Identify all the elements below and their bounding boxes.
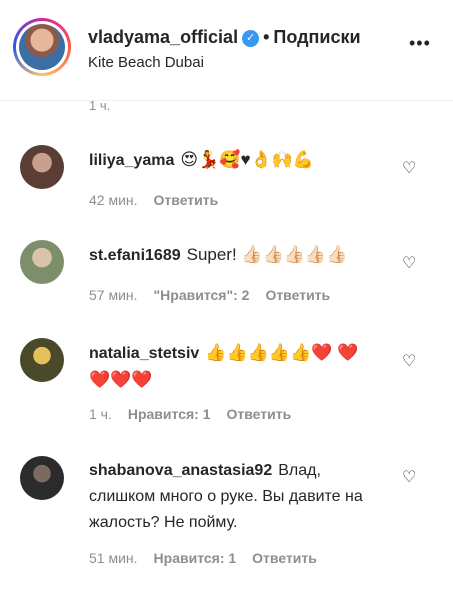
verified-badge-icon: ✓ xyxy=(242,30,260,47)
comment-likes[interactable]: "Нравится": 2 xyxy=(154,287,250,303)
comment-text: st.efani1689 Super! 👍🏻👍🏻👍🏻👍🏻👍🏻 xyxy=(89,242,389,269)
comment-text: shabanova_anastasia92 Влад, слишком много… xyxy=(89,458,379,536)
reply-button[interactable]: Ответить xyxy=(265,287,330,303)
comment-meta: 42 мин. Ответить xyxy=(89,192,234,208)
owner-avatar[interactable] xyxy=(13,18,71,76)
comment-meta: 51 мин. Нравится: 1 Ответить xyxy=(89,550,333,566)
more-dots-icon[interactable]: ••• xyxy=(409,33,431,54)
reply-button[interactable]: Ответить xyxy=(252,550,317,566)
reply-button[interactable]: Ответить xyxy=(154,192,219,208)
comment-likes[interactable]: Нравится: 1 xyxy=(128,406,211,422)
commenter-avatar[interactable] xyxy=(20,456,64,500)
following-button[interactable]: Подписки xyxy=(273,27,360,47)
commenter-username[interactable]: st.efani1689 xyxy=(89,247,181,264)
comment-body: Super! 👍🏻👍🏻👍🏻👍🏻👍🏻 xyxy=(186,245,348,264)
heart-outline-icon[interactable]: ♡ xyxy=(402,256,418,272)
commenter-avatar[interactable] xyxy=(20,145,64,189)
avatar-photo xyxy=(19,24,65,70)
comment-meta: 1 ч. Нравится: 1 Ответить xyxy=(89,406,307,422)
commenter-avatar[interactable] xyxy=(20,338,64,382)
commenter-username[interactable]: natalia_stetsiv xyxy=(89,345,199,362)
comment-text: liliya_yama 😍💃🥰♥👌🙌💪 xyxy=(89,147,389,174)
comment-likes[interactable]: Нравится: 1 xyxy=(154,550,237,566)
owner-username-row: vladyama_official ✓ • Подписки xyxy=(88,27,361,48)
heart-outline-icon[interactable]: ♡ xyxy=(402,354,418,370)
post-header: vladyama_official ✓ • Подписки Kite Beach D… xyxy=(0,0,453,101)
heart-outline-icon[interactable]: ♡ xyxy=(402,470,418,486)
comment-meta: 57 мин. "Нравится": 2 Ответить xyxy=(89,287,346,303)
comment-body: 😍💃🥰♥👌🙌💪 xyxy=(180,150,315,169)
commenter-username[interactable]: liliya_yama xyxy=(89,152,174,169)
post-location[interactable]: Kite Beach Dubai xyxy=(88,54,204,71)
reply-button[interactable]: Ответить xyxy=(227,406,292,422)
owner-username[interactable]: vladyama_official xyxy=(88,27,238,47)
comment-text: natalia_stetsiv 👍👍👍👍👍❤️ ❤️❤️❤️❤️ xyxy=(89,340,364,394)
heart-outline-icon[interactable]: ♡ xyxy=(402,161,418,177)
previous-comment-time[interactable]: 1 ч. xyxy=(89,98,110,113)
comment-time[interactable]: 57 мин. xyxy=(89,287,138,303)
commenter-avatar[interactable] xyxy=(20,240,64,284)
comment-time[interactable]: 42 мин. xyxy=(89,192,138,208)
comment-time[interactable]: 1 ч. xyxy=(89,406,112,422)
separator-dot: • xyxy=(263,27,270,47)
comment-time[interactable]: 51 мин. xyxy=(89,550,138,566)
commenter-username[interactable]: shabanova_anastasia92 xyxy=(89,462,272,479)
